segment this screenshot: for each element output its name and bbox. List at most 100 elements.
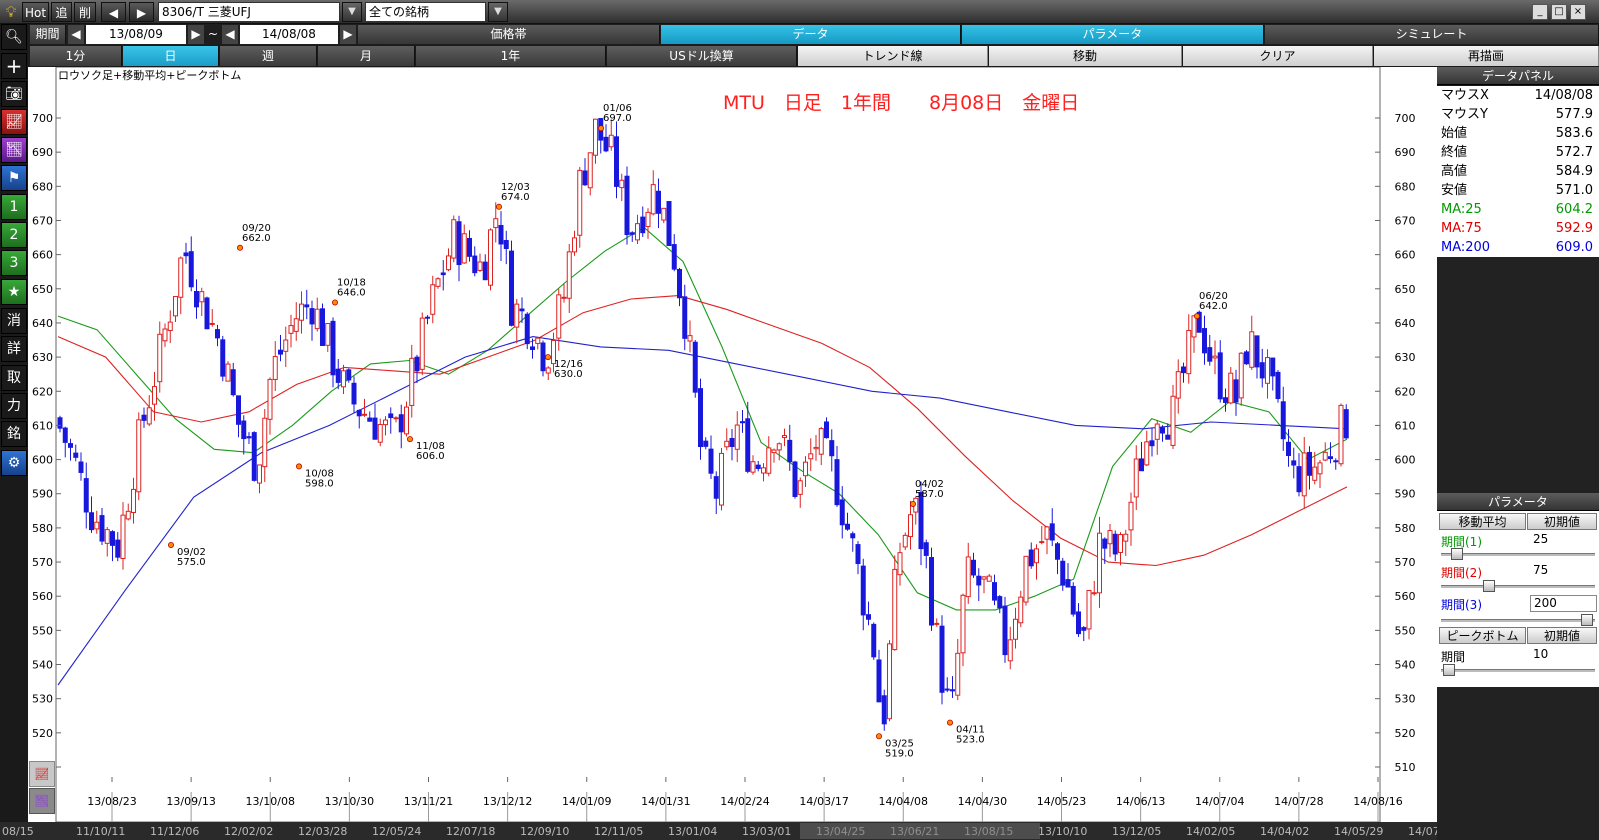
candle-body xyxy=(409,357,415,406)
span-month[interactable]: 月 xyxy=(318,46,415,66)
chart-red-icon[interactable]: 📈︎ xyxy=(1,109,27,135)
pb-period-slider[interactable] xyxy=(1441,664,1595,676)
candle-body xyxy=(1322,451,1328,461)
period3-input[interactable]: 200 xyxy=(1530,595,1597,612)
ma-button[interactable]: 移動平均 xyxy=(1439,513,1526,530)
mini-chart-icon[interactable]: 📈︎ xyxy=(29,761,55,787)
candle-body xyxy=(766,447,772,474)
candlestick-chart[interactable]: 09/02575.009/20662.010/08598.010/18646.0… xyxy=(28,67,1437,822)
tilde-label: ~ xyxy=(207,27,219,41)
ticker-input[interactable]: 8306/T 三菱UFJ xyxy=(158,2,340,22)
maximize-button[interactable]: □ xyxy=(1551,4,1567,20)
candle-body xyxy=(619,179,625,189)
candle-body xyxy=(986,575,992,582)
span-week[interactable]: 週 xyxy=(220,46,317,66)
span-1year[interactable]: 1年 xyxy=(416,46,606,66)
candle-body xyxy=(1328,456,1333,460)
slot-3-button[interactable]: 3 xyxy=(1,250,27,276)
clear-button[interactable]: クリア xyxy=(1183,46,1373,66)
data-row-key: マウスX xyxy=(1441,88,1489,103)
tab-data[interactable]: データ xyxy=(661,25,961,44)
mini-chart-alt-icon[interactable]: 📉︎ xyxy=(29,788,55,814)
y-tick-label-left: 560 xyxy=(32,590,53,603)
search-icon[interactable]: 🔍︎ xyxy=(1,24,27,50)
slot-1-button[interactable]: 1 xyxy=(1,194,27,220)
chart-area[interactable]: 09/02 575.0 09/20 662.0 10/08 598.0 10/18 646.0… xyxy=(28,67,1437,840)
end-prev-icon[interactable]: ◀ xyxy=(222,25,238,44)
add-button[interactable]: 追 xyxy=(51,2,72,22)
minimize-button[interactable]: _ xyxy=(1532,4,1548,20)
tab-simulate[interactable]: シミュレート xyxy=(1265,25,1599,44)
overview-axis-label: 13/01/04 xyxy=(668,825,717,838)
data-row-key: 高値 xyxy=(1441,164,1468,179)
candle-body xyxy=(131,488,136,514)
span-day[interactable]: 日 xyxy=(123,46,219,66)
star-icon[interactable]: ★ xyxy=(1,279,27,305)
candle-body xyxy=(388,413,394,419)
peak-bottom-reset-button[interactable]: 初期値 xyxy=(1527,627,1597,644)
data-row-key: MA:75 xyxy=(1441,221,1482,236)
y-tick-label-left: 580 xyxy=(32,522,53,535)
period3-knob[interactable] xyxy=(1581,614,1593,626)
period3-slider[interactable] xyxy=(1441,614,1595,626)
bulb-icon[interactable]: 💡︎ xyxy=(3,3,19,21)
hot-button[interactable]: Hot xyxy=(22,2,49,22)
candle-body xyxy=(351,382,357,405)
ticker-dropdown-icon[interactable]: ▼ xyxy=(342,2,362,22)
chart-purple-icon[interactable]: 📉︎ xyxy=(1,137,27,163)
end-next-icon[interactable]: ▶ xyxy=(340,25,356,44)
period1-input[interactable]: 25 xyxy=(1530,532,1597,549)
prev-ticker-icon[interactable]: ◀ xyxy=(101,2,126,22)
span-1min[interactable]: 1分 xyxy=(30,46,122,66)
candle-body xyxy=(829,440,835,457)
take-button[interactable]: 取 xyxy=(1,365,27,391)
candle-body xyxy=(299,303,304,321)
peak-bottom-marker xyxy=(1194,313,1201,320)
camera-icon[interactable]: 📷︎ xyxy=(1,81,27,107)
candle-body xyxy=(1265,357,1270,384)
start-next-icon[interactable]: ▶ xyxy=(188,25,204,44)
peak-bottom-marker xyxy=(236,244,243,251)
y-tick-label-left: 590 xyxy=(32,488,53,501)
period2-input[interactable]: 75 xyxy=(1530,563,1597,580)
candle-body xyxy=(566,251,572,299)
slot-2-button[interactable]: 2 xyxy=(1,222,27,248)
candle-body xyxy=(262,417,268,468)
next-ticker-icon[interactable]: ▶ xyxy=(129,2,154,22)
usd-convert-button[interactable]: USドル換算 xyxy=(607,46,797,66)
brand-button[interactable]: 銘 xyxy=(1,421,27,447)
close-button[interactable]: × xyxy=(1570,4,1586,20)
pb-period-input[interactable]: 10 xyxy=(1530,647,1597,664)
tab-parameter[interactable]: パラメータ xyxy=(962,25,1264,44)
move-button[interactable]: 移動 xyxy=(989,46,1182,66)
end-date-input[interactable]: 14/08/08 xyxy=(240,25,338,44)
force-button[interactable]: 力 xyxy=(1,393,27,419)
period2-knob[interactable] xyxy=(1483,580,1495,592)
flag-icon[interactable]: ⚑ xyxy=(1,165,27,191)
start-date-input[interactable]: 13/08/09 xyxy=(86,25,186,44)
redraw-button[interactable]: 再描画 xyxy=(1374,46,1599,66)
peak-bottom-value: 598.0 xyxy=(305,478,334,489)
period1-knob[interactable] xyxy=(1451,548,1463,560)
trendline-button[interactable]: トレンド線 xyxy=(798,46,988,66)
plus-icon[interactable]: + xyxy=(1,53,27,79)
list-dropdown-icon[interactable]: ▼ xyxy=(488,2,508,22)
start-prev-icon[interactable]: ◀ xyxy=(68,25,84,44)
ma-reset-button[interactable]: 初期値 xyxy=(1527,513,1597,530)
tab-price-band[interactable]: 価格帯 xyxy=(358,25,660,44)
x-tick-label: 14/01/31 xyxy=(641,795,690,808)
pb-period-knob[interactable] xyxy=(1443,664,1455,676)
delete-button[interactable]: 削 xyxy=(74,2,96,22)
x-tick-label: 13/09/13 xyxy=(166,795,215,808)
list-select[interactable]: 全ての銘柄 xyxy=(365,2,486,22)
period2-slider[interactable] xyxy=(1441,580,1595,592)
period1-slider[interactable] xyxy=(1441,548,1595,560)
candle-body xyxy=(1291,460,1297,466)
peak-bottom-button[interactable]: ピークボトム xyxy=(1439,627,1526,644)
y-tick-label-right: 560 xyxy=(1395,590,1416,603)
erase-button[interactable]: 消 xyxy=(1,308,27,334)
settings-icon[interactable]: ⚙ xyxy=(1,450,27,476)
detail-button[interactable]: 詳 xyxy=(1,336,27,362)
overview-axis[interactable]: 08/15 11/10/11 11/12/06 12/02/02 12/03/28 12/… xyxy=(0,822,1437,840)
candle-body xyxy=(892,568,898,651)
